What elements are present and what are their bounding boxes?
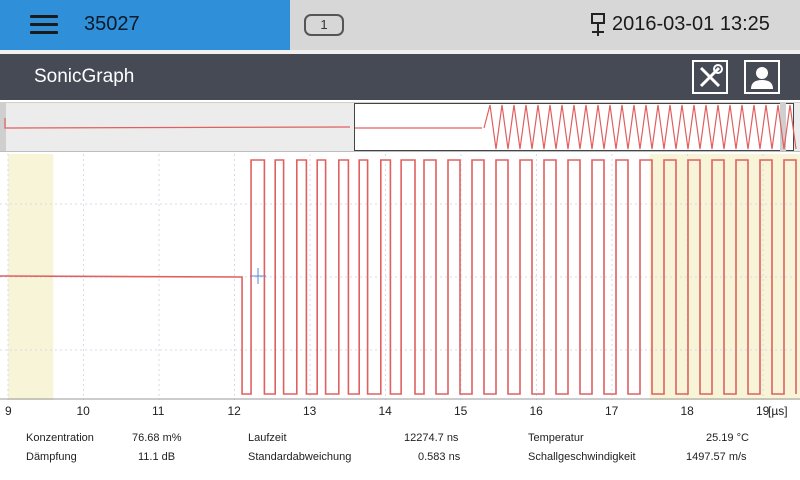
datetime: 2016-03-01 13:25 <box>612 13 770 35</box>
x-tick-label: 17 <box>605 404 619 418</box>
message-count-badge[interactable]: 1 <box>304 14 344 36</box>
measurement-label: Temperatur <box>528 432 584 444</box>
x-tick-label: 10 <box>76 404 90 418</box>
device-id: 35027 <box>84 13 140 35</box>
highlight-region <box>649 154 800 400</box>
tools-button[interactable] <box>692 60 728 94</box>
x-tick-label: 16 <box>529 404 543 418</box>
measurement-value: 25.19 °C <box>706 432 749 444</box>
waveform-plot[interactable] <box>0 154 800 400</box>
signal-overview[interactable] <box>0 102 800 152</box>
measurement-value: 1497.57 m/s <box>686 451 747 463</box>
hamburger-menu-icon[interactable] <box>30 15 58 35</box>
page-title: SonicGraph <box>34 66 135 87</box>
measurement-label: Schallgeschwindigkeit <box>528 451 636 463</box>
measurement-value: 12274.7 ns <box>404 432 459 444</box>
x-tick-label: 12 <box>227 404 241 418</box>
signal-trace <box>0 159 797 395</box>
title-bar: SonicGraph <box>0 54 800 100</box>
device-selector[interactable]: 35027 <box>0 0 290 50</box>
measurement-label: Laufzeit <box>248 432 287 444</box>
user-button[interactable] <box>744 60 780 94</box>
measurement-value: 0.583 ns <box>418 451 461 463</box>
x-tick-label: 15 <box>454 404 468 418</box>
measurement-label: Standardabweichung <box>248 451 352 463</box>
measurement-value: 11.1 dB <box>138 451 176 463</box>
x-tick-label: 18 <box>680 404 694 418</box>
x-tick-label: 9 <box>5 404 12 418</box>
x-axis-unit: [µs] <box>768 404 788 418</box>
x-tick-label: 13 <box>303 404 317 418</box>
x-tick-label: 14 <box>378 404 392 418</box>
overview-signal <box>4 104 797 150</box>
measurement-label: Dämpfung <box>26 451 77 463</box>
x-tick-label: 11 <box>152 404 165 418</box>
user-icon <box>751 67 773 89</box>
status-bar: 35027 1 2016-03-01 13:25 <box>0 0 800 50</box>
measurement-value: 76.68 m% <box>132 432 182 444</box>
network-icon <box>591 13 605 36</box>
tools-icon <box>699 64 723 88</box>
measurement-label: Konzentration <box>26 432 94 444</box>
